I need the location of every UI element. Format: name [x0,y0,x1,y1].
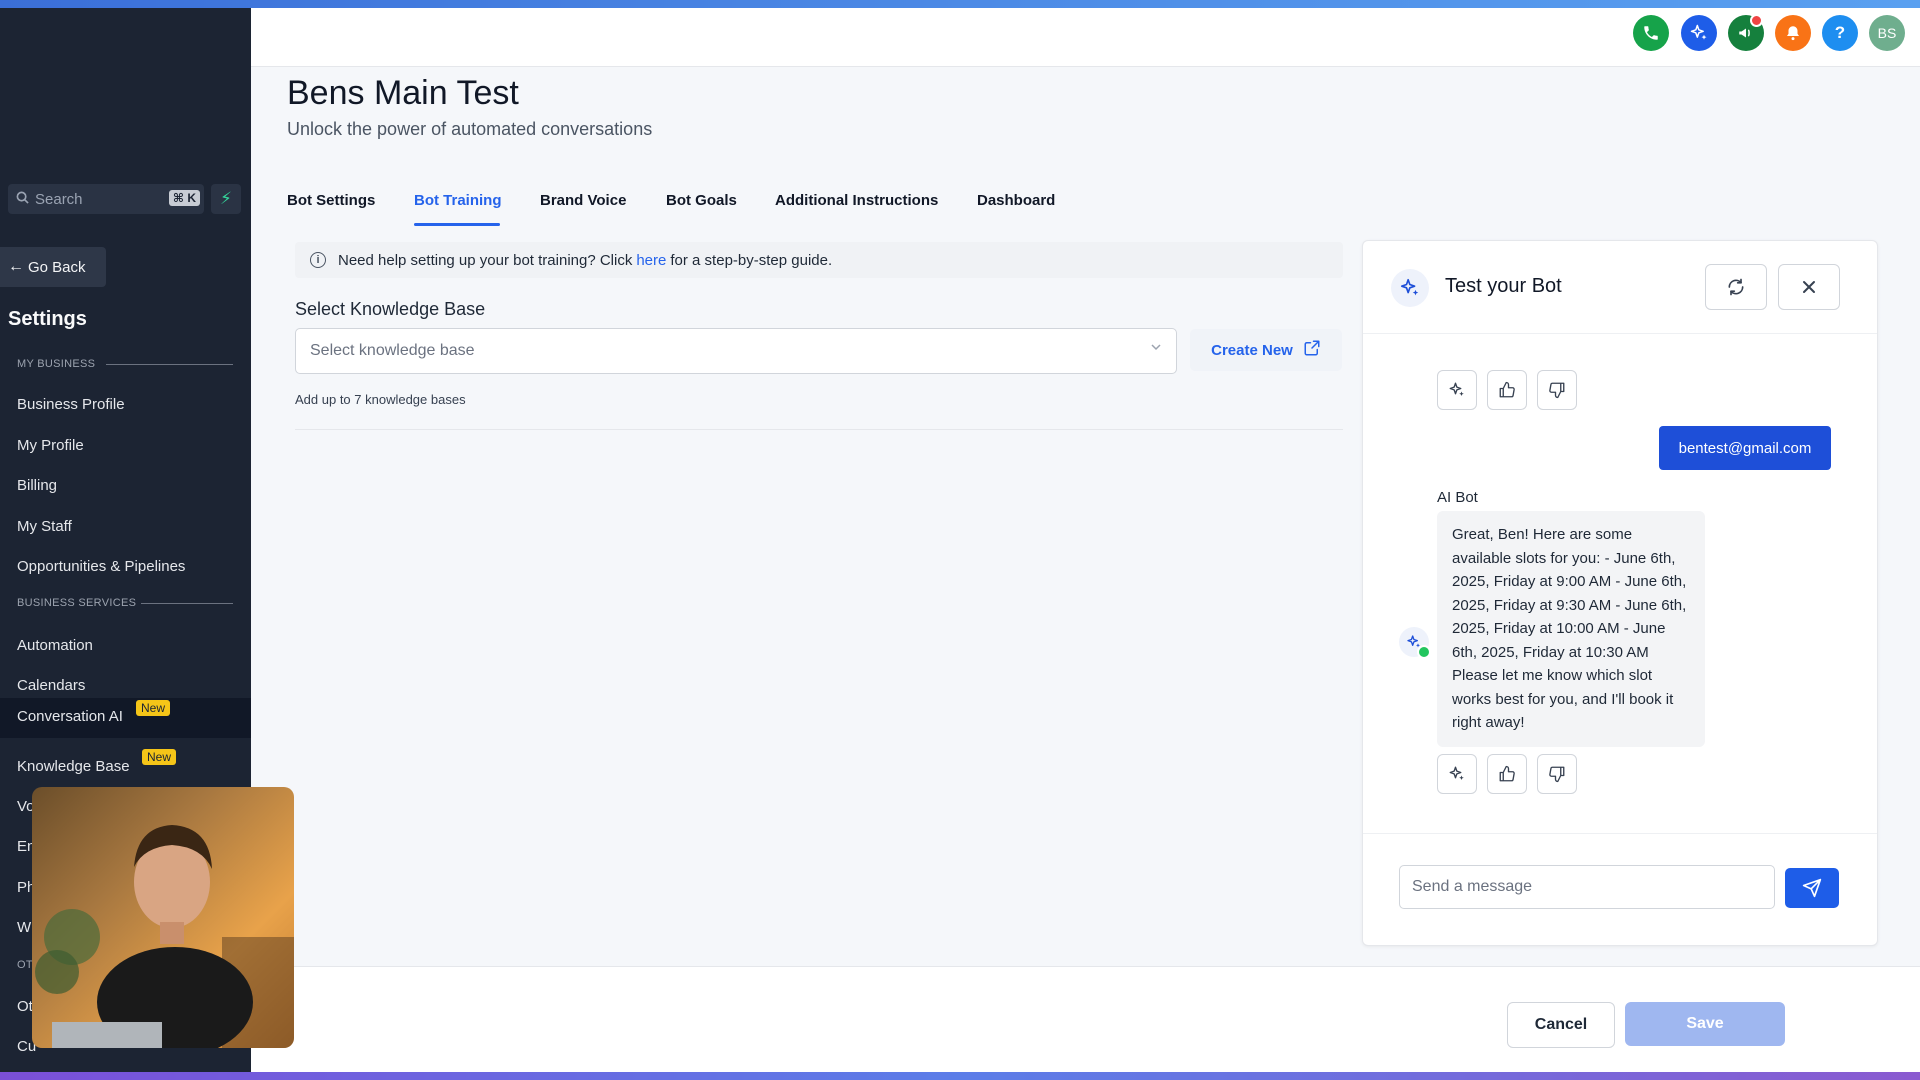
page-subtitle: Unlock the power of automated conversati… [287,119,653,139]
sidebar-item-my-staff[interactable]: My Staff [17,518,72,535]
go-back-button[interactable]: ← Go Back [0,247,106,287]
section-my-business: MY BUSINESS [17,358,96,370]
section-divider [141,603,233,604]
chat-title: Test your Bot [1445,275,1562,297]
create-new-button[interactable]: Create New [1190,329,1342,371]
info-icon: i [310,252,326,268]
refresh-icon [1728,278,1744,296]
active-tab-indicator [414,223,500,226]
regenerate-sparkle-icon[interactable] [1437,370,1477,410]
sidebar-item-calendars[interactable]: Calendars [17,677,85,694]
close-button[interactable] [1778,264,1840,310]
help-banner: i Need help setting up your bot training… [295,242,1343,278]
sidebar-item-knowledge-base[interactable]: Knowledge Base New [17,749,177,775]
webcam-overlay [32,787,294,1048]
search-shortcut-badge: ⌘ K [168,190,200,206]
thumbs-down-icon[interactable] [1537,754,1577,794]
section-other: OT [17,959,33,971]
bot-message-bubble: Great, Ben! Here are some available slot… [1437,511,1705,747]
cancel-button[interactable]: Cancel [1507,1002,1615,1048]
tab-brand-voice[interactable]: Brand Voice [540,192,626,209]
top-header: ? BS [251,8,1920,67]
create-new-label: Create New [1211,341,1293,359]
quick-action-bolt-icon[interactable]: ⚡ [211,184,241,214]
regenerate-sparkle-icon[interactable] [1437,754,1477,794]
thumbs-up-icon[interactable] [1487,754,1527,794]
new-badge: New [142,749,177,765]
user-message-bubble: bentest@gmail.com [1659,426,1831,470]
megaphone-icon[interactable] [1728,14,1764,51]
knowledge-base-hint: Add up to 7 knowledge bases [295,392,466,407]
close-icon [1803,281,1815,293]
tab-bot-training[interactable]: Bot Training [414,192,502,209]
tab-bot-goals[interactable]: Bot Goals [666,192,737,209]
send-icon [1802,878,1822,898]
sidebar-heading: Settings [8,308,87,330]
sidebar-item-partial[interactable]: W [17,919,31,936]
refresh-button[interactable] [1705,264,1767,310]
sidebar-search[interactable]: Search ⌘ K [8,184,204,214]
bottom-gradient-stripe [0,1072,1920,1080]
bot-name-label: AI Bot [1437,489,1478,506]
online-status-dot [1417,645,1431,659]
knowledge-base-placeholder: Select knowledge base [310,342,475,359]
tab-dashboard[interactable]: Dashboard [977,192,1055,209]
sidebar-item-partial[interactable]: Ot [17,998,33,1015]
tab-bot-settings[interactable]: Bot Settings [287,192,375,209]
chevron-down-icon [1150,341,1162,356]
tab-additional-instructions[interactable]: Additional Instructions [775,192,938,209]
search-icon [16,191,29,208]
send-button[interactable] [1785,868,1839,908]
chat-footer-divider [1363,833,1877,834]
bot-sparkle-icon [1391,269,1429,307]
sidebar-item-label: Conversation AI [17,708,123,725]
save-button[interactable]: Save [1625,1002,1785,1046]
content-divider [295,429,1343,430]
chat-header: Test your Bot [1363,241,1877,334]
section-business-services: BUSINESS SERVICES [17,597,137,609]
thumbs-up-icon[interactable] [1487,370,1527,410]
user-avatar[interactable]: BS [1869,15,1905,51]
sidebar-item-automation[interactable]: Automation [17,637,93,654]
bell-icon[interactable] [1775,15,1811,51]
go-back-label: Go Back [28,258,86,276]
section-divider [106,364,233,365]
help-icon[interactable]: ? [1822,15,1858,51]
sidebar-item-billing[interactable]: Billing [17,477,57,494]
test-bot-panel: Test your Bot bentest@gmail.com AI Bot G… [1362,240,1878,946]
external-link-icon [1303,339,1321,361]
help-guide-link[interactable]: here [636,252,666,269]
thumbs-down-icon[interactable] [1537,370,1577,410]
bot-avatar-icon [1399,627,1431,659]
phone-icon[interactable] [1633,15,1669,51]
sidebar-item-my-profile[interactable]: My Profile [17,437,84,454]
sidebar-item-business-profile[interactable]: Business Profile [17,396,125,413]
ai-sparkle-icon[interactable] [1681,15,1717,51]
sidebar-item-conversation-ai[interactable]: Conversation AI New [0,698,251,738]
arrow-left-icon: ← [8,258,24,275]
page-title: Bens Main Test [287,74,519,112]
message-input[interactable] [1399,865,1775,909]
top-gradient-stripe [0,0,1920,8]
sidebar-item-opportunities[interactable]: Opportunities & Pipelines [17,558,185,575]
notification-dot [1750,14,1763,27]
new-badge: New [136,700,171,716]
knowledge-base-label: Select Knowledge Base [295,299,486,319]
sidebar-search-placeholder: Search [35,190,83,208]
knowledge-base-select[interactable]: Select knowledge base [295,328,1177,374]
help-text-prefix: Need help setting up your bot training? … [338,251,633,269]
help-text-suffix: for a step-by-step guide. [670,251,833,269]
webcam-person-image [35,825,294,1048]
sidebar-item-label: Knowledge Base [17,758,130,775]
